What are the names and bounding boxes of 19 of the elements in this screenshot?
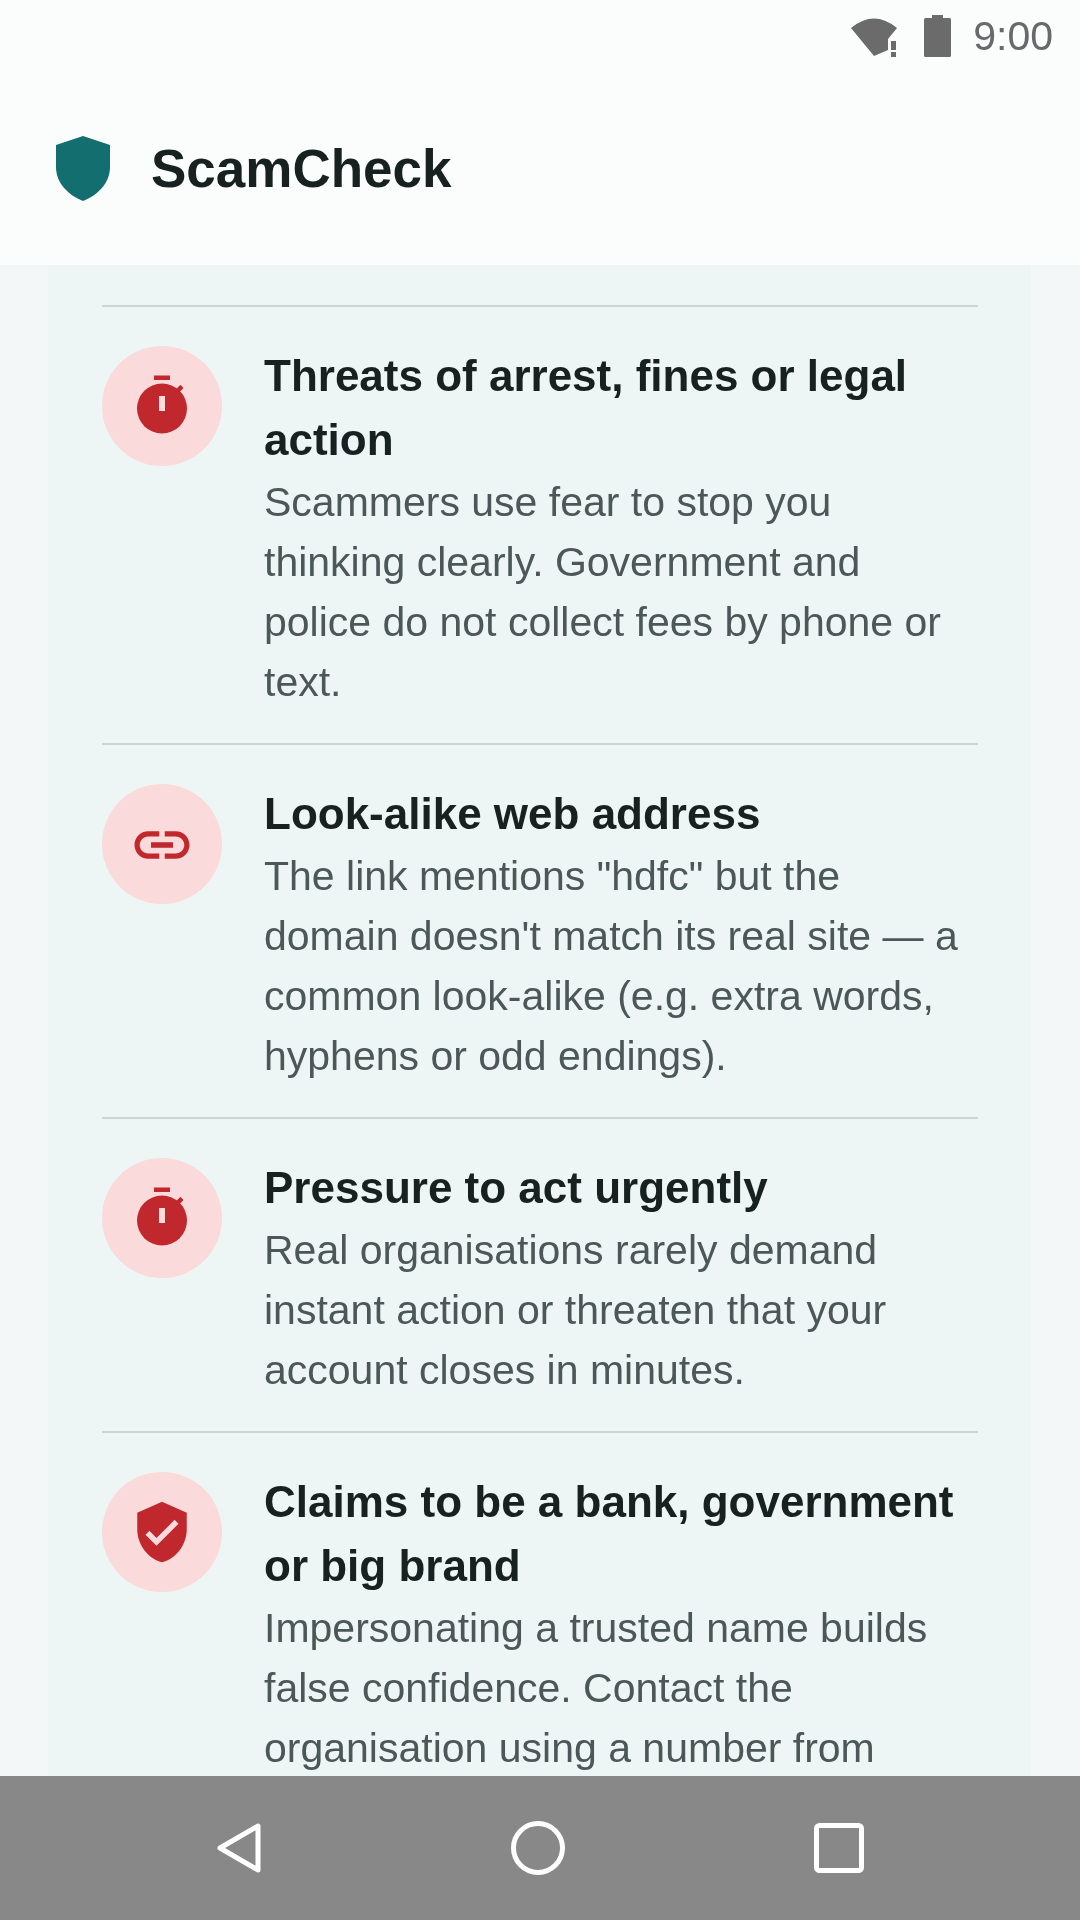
- warning-description: Impersonating a trusted name builds false confidence. Contact the organisation using a number from: [264, 1604, 929, 1773]
- warning-description: Real organisations rarely demand instant action or threaten that your account closes in minutes.: [264, 1226, 888, 1395]
- status-time: 9:00: [973, 12, 1053, 60]
- battery-icon: [924, 15, 952, 57]
- warning-description: The link mentions "hdfc" but the domain doesn't match its real site — a common look-alike (e.g. extra words, hyphens or odd endings).: [264, 852, 959, 1081]
- warning-title: Pressure to act urgently: [264, 1162, 769, 1214]
- warning-title: Look-alike web address: [264, 788, 762, 840]
- stopwatch-icon: [102, 346, 222, 466]
- shield-check-icon: [102, 1472, 222, 1592]
- warning-description: Scammers use fear to stop you thinking clearly. Government and police do not collect fees by phone or text.: [264, 478, 942, 707]
- shield-icon: [56, 136, 110, 201]
- home-icon[interactable]: [511, 1821, 565, 1875]
- warning-title: Claims to be a bank, government or big brand: [264, 1476, 955, 1592]
- app-title: ScamCheck: [151, 137, 452, 200]
- link-icon: [102, 784, 222, 904]
- warning-title: Threats of arrest, fines or legal action: [264, 350, 909, 466]
- stopwatch-icon: [102, 1158, 222, 1278]
- back-icon[interactable]: [216, 1822, 262, 1874]
- recents-icon[interactable]: [814, 1823, 864, 1873]
